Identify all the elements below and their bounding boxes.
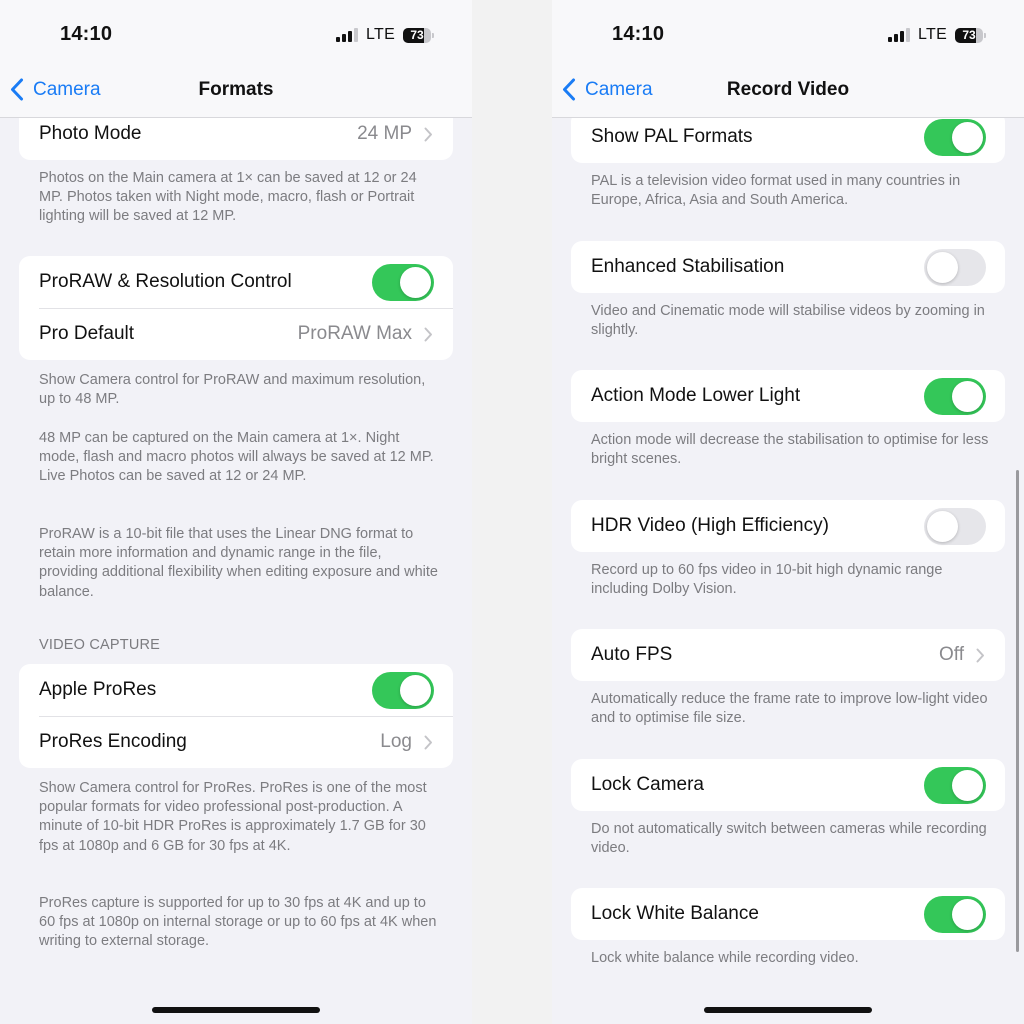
battery-tip — [984, 32, 987, 38]
formats-screen: Photo Mode 24 MP Photos on the Main came… — [0, 0, 472, 1024]
toggle-knob — [400, 267, 431, 298]
back-button-label: Camera — [33, 78, 101, 100]
pro-default-row[interactable]: Pro Default ProRAW Max — [19, 308, 453, 360]
navigation-bar: 14:10 LTE 73 Camera Formats — [0, 0, 472, 118]
photo-mode-value: 24 MP — [357, 123, 412, 144]
hdr-video-high-efficiency-toggle[interactable] — [924, 508, 986, 545]
auto-fps-row[interactable]: Auto FPS Off — [571, 629, 1005, 681]
back-button[interactable]: Camera — [10, 78, 101, 101]
cellular-signal-icon — [336, 28, 358, 42]
status-indicators: LTE 73 — [336, 26, 435, 44]
lock-white-balance-row: Lock White Balance — [571, 888, 1005, 940]
battery-tip — [432, 32, 435, 38]
chevron-right-icon — [424, 327, 432, 341]
toggle-knob — [952, 899, 983, 930]
proraw-footer-1: Show Camera control for ProRAW and maxim… — [39, 372, 426, 408]
lock-camera-group: Lock Camera — [571, 759, 1005, 811]
pro-default-label: Pro Default — [39, 323, 135, 344]
show-pal-formats-footer: PAL is a television video format used in… — [591, 173, 961, 209]
prores-encoding-label: ProRes Encoding — [39, 731, 187, 752]
toggle-knob — [927, 511, 958, 542]
battery-percent: 73 — [962, 28, 976, 42]
battery-icon: 73 — [955, 27, 984, 43]
lock-camera-toggle[interactable] — [924, 767, 986, 804]
lock-white-balance-footer: Lock white balance while recording video… — [591, 950, 859, 966]
back-button[interactable]: Camera — [562, 78, 653, 101]
proraw-row: ProRAW & Resolution Control — [19, 256, 453, 308]
proraw-group: ProRAW & Resolution Control Pro Default … — [19, 256, 453, 360]
enhanced-stabilisation-row: Enhanced Stabilisation — [571, 241, 1005, 293]
proraw-footer-3: ProRAW is a 10-bit file that uses the Li… — [39, 526, 438, 600]
scrollbar[interactable] — [1016, 470, 1019, 952]
chevron-right-icon — [976, 648, 984, 662]
toggle-knob — [952, 122, 983, 153]
toggle-knob — [952, 770, 983, 801]
photo-mode-label: Photo Mode — [39, 123, 142, 144]
battery-percent: 73 — [410, 28, 424, 42]
prores-encoding-value: Log — [380, 731, 412, 752]
toggle-knob — [400, 675, 431, 706]
battery-icon: 73 — [403, 27, 432, 43]
toggle-knob — [952, 381, 983, 412]
proraw-toggle[interactable] — [372, 264, 434, 301]
auto-fps-value: Off — [939, 644, 964, 665]
chevron-left-icon — [563, 78, 575, 101]
video-capture-header: VIDEO CAPTURE — [39, 637, 161, 653]
navigation-bar: 14:10 LTE 73 Camera Record Video — [552, 0, 1024, 118]
enhanced-stabilisation-footer: Video and Cinematic mode will stabilise … — [591, 303, 985, 339]
home-indicator[interactable] — [152, 1007, 320, 1013]
photo-mode-footer: Photos on the Main camera at 1× can be s… — [39, 170, 417, 225]
record-video-screen: Show PAL Formats PAL is a television vide… — [552, 0, 1024, 1024]
hdr-video-high-efficiency-row: HDR Video (High Efficiency) — [571, 500, 1005, 552]
enhanced-stabilisation-group: Enhanced Stabilisation — [571, 241, 1005, 293]
chevron-right-icon — [424, 735, 432, 749]
network-type: LTE — [366, 26, 396, 43]
lock-white-balance-toggle[interactable] — [924, 896, 986, 933]
prores-encoding-row[interactable]: ProRes Encoding Log — [19, 716, 453, 768]
home-indicator[interactable] — [704, 1007, 872, 1013]
show-pal-formats-row: Show PAL Formats — [571, 111, 1005, 163]
auto-fps-label: Auto FPS — [591, 644, 673, 665]
prores-group: Apple ProRes ProRes Encoding Log — [19, 664, 453, 768]
enhanced-stabilisation-toggle[interactable] — [924, 249, 986, 286]
apple-prores-toggle[interactable] — [372, 672, 434, 709]
action-mode-lower-light-group: Action Mode Lower Light — [571, 370, 1005, 422]
network-type: LTE — [918, 26, 948, 43]
proraw-footer-2: 48 MP can be captured on the Main camera… — [39, 430, 434, 485]
prores-footer-1: Show Camera control for ProRes. ProRes i… — [39, 780, 427, 854]
status-indicators: LTE 73 — [888, 26, 987, 44]
action-mode-lower-light-toggle[interactable] — [924, 378, 986, 415]
hdr-video-high-efficiency-group: HDR Video (High Efficiency) — [571, 500, 1005, 552]
show-pal-formats-group: Show PAL Formats — [571, 111, 1005, 163]
lock-camera-footer: Do not automatically switch between came… — [591, 821, 987, 857]
action-mode-lower-light-footer: Action mode will decrease the stabilisat… — [591, 432, 989, 468]
pro-default-value: ProRAW Max — [297, 323, 412, 344]
auto-fps-footer: Automatically reduce the frame rate to i… — [591, 691, 988, 727]
prores-footer-2: ProRes capture is supported for up to 30… — [39, 895, 437, 950]
back-button-label: Camera — [585, 78, 653, 100]
action-mode-lower-light-row: Action Mode Lower Light — [571, 370, 1005, 422]
status-time: 14:10 — [60, 23, 113, 45]
lock-white-balance-group: Lock White Balance — [571, 888, 1005, 940]
chevron-left-icon — [11, 78, 23, 101]
cellular-signal-icon — [888, 28, 910, 42]
apple-prores-row: Apple ProRes — [19, 664, 453, 716]
toggle-knob — [927, 252, 958, 283]
chevron-right-icon — [424, 127, 432, 141]
auto-fps-group: Auto FPS Off — [571, 629, 1005, 681]
lock-camera-row: Lock Camera — [571, 759, 1005, 811]
show-pal-formats-toggle[interactable] — [924, 119, 986, 156]
status-time: 14:10 — [612, 23, 665, 45]
hdr-video-high-efficiency-footer: Record up to 60 fps video in 10-bit high… — [591, 562, 943, 598]
